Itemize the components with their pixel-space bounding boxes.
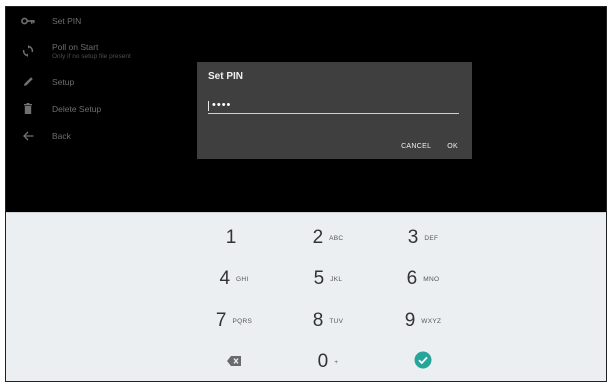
key-icon (20, 13, 36, 29)
key-letters: MNO (423, 275, 440, 283)
done-key[interactable] (383, 342, 463, 381)
key-letters: WXYZ (421, 317, 442, 325)
sync-icon (20, 43, 36, 59)
set-pin-dialog: Set PIN •••• CANCEL OK (197, 62, 472, 159)
key-6[interactable]: 6 MNO (383, 259, 463, 299)
dialog-title: Set PIN (208, 71, 244, 82)
key-letters: GHI (236, 275, 249, 283)
key-7[interactable]: 7 PQRS (194, 301, 274, 341)
menu-item-label: Delete Setup (52, 103, 102, 114)
key-digit: 1 (225, 227, 237, 248)
backspace-icon (227, 353, 241, 371)
key-letters: DEF (424, 234, 439, 242)
key-letters: ABC (329, 234, 344, 242)
ok-button[interactable]: OK (447, 143, 458, 150)
menu-item-set-pin[interactable]: Set PIN (6, 7, 606, 34)
key-digit: 4 (219, 268, 231, 289)
key-letters: TUV (329, 317, 344, 325)
pin-input[interactable]: •••• (208, 99, 459, 114)
app-screen: Set PIN Poll on Start Only if no setup f… (5, 6, 607, 382)
key-2[interactable]: 2 ABC (288, 218, 368, 258)
key-0[interactable]: 0 + (288, 342, 368, 381)
menu-item-label: Set PIN (52, 15, 82, 26)
key-3[interactable]: 3 DEF (383, 218, 463, 258)
trash-icon (20, 101, 36, 117)
key-digit: 3 (407, 227, 419, 248)
key-digit: 7 (215, 310, 227, 331)
key-digit: 2 (312, 227, 324, 248)
key-digit: 0 (317, 351, 329, 372)
key-5[interactable]: 5 JKL (288, 259, 368, 299)
cancel-button[interactable]: CANCEL (401, 143, 431, 150)
key-1[interactable]: 1 (194, 218, 274, 258)
menu-item-label: Back (52, 130, 71, 141)
check-circle-icon (414, 351, 432, 374)
numeric-keypad: 1 2 ABC 3 DEF 4 GHI 5 JKL 6 MNO 7 PQRS 8… (6, 212, 606, 381)
backspace-key[interactable] (194, 342, 274, 381)
arrow-left-icon (20, 128, 36, 144)
key-4[interactable]: 4 GHI (194, 259, 274, 299)
key-digit: 5 (313, 268, 325, 289)
key-digit: 9 (404, 310, 416, 331)
key-letters: PQRS (232, 317, 253, 325)
pin-input-value: •••• (212, 99, 232, 111)
key-digit: 8 (312, 310, 324, 331)
pencil-icon (20, 74, 36, 90)
key-8[interactable]: 8 TUV (288, 301, 368, 341)
key-digit: 6 (406, 268, 418, 289)
text-cursor (208, 101, 209, 111)
key-letters: + (334, 358, 339, 366)
menu-item-label: Poll on Start (52, 41, 99, 52)
key-9[interactable]: 9 WXYZ (383, 301, 463, 341)
key-letters: JKL (330, 275, 343, 283)
menu-item-label: Setup (52, 76, 75, 87)
menu-item-sublabel: Only if no setup file present (52, 52, 131, 60)
